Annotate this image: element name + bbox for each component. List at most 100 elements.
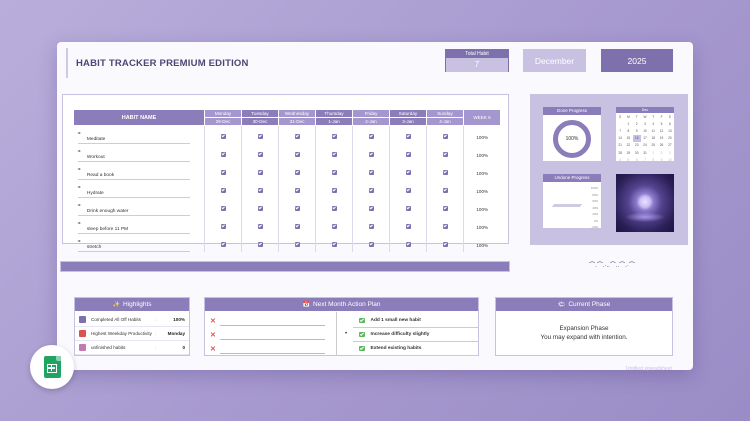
calendar-day[interactable]: 18	[649, 135, 657, 142]
habit-name-cell[interactable]: •▸ Workout	[74, 144, 205, 162]
calendar-day[interactable]: 16	[632, 134, 641, 142]
checkbox-checked[interactable]	[405, 242, 411, 247]
habit-day-cell[interactable]	[241, 234, 279, 252]
habit-day-cell[interactable]	[315, 234, 353, 252]
calendar-day[interactable]	[616, 120, 624, 127]
checkbox-checked[interactable]	[294, 224, 300, 229]
checkbox-checked[interactable]	[442, 206, 448, 211]
checkbox-checked[interactable]	[294, 170, 300, 175]
calendar-day[interactable]: 23	[633, 142, 641, 149]
calendar-day[interactable]: 3	[666, 149, 674, 156]
calendar-day[interactable]: 4	[649, 120, 657, 127]
habit-day-cell[interactable]	[352, 198, 390, 216]
calendar-day[interactable]: 8	[649, 156, 657, 163]
month-selector[interactable]: December	[523, 49, 586, 72]
checkbox-checked[interactable]	[294, 134, 300, 139]
checkbox-checked[interactable]	[405, 134, 411, 139]
calendar-day[interactable]: 10	[666, 156, 674, 163]
habit-name-cell[interactable]: •▸ stretch	[74, 234, 205, 252]
total-habit-box[interactable]: Total Habit 7	[445, 49, 509, 72]
checkbox-checked[interactable]	[220, 170, 226, 175]
calendar-day[interactable]: 1	[624, 120, 632, 127]
habit-day-cell[interactable]	[204, 180, 242, 198]
checkbox-checked[interactable]	[257, 134, 263, 139]
habit-day-cell[interactable]	[204, 234, 242, 252]
checkbox-checked[interactable]	[368, 170, 374, 175]
habit-day-cell[interactable]	[389, 216, 427, 234]
checkbox-checked[interactable]	[257, 242, 263, 247]
habit-day-cell[interactable]	[204, 125, 242, 144]
checkbox-checked[interactable]	[220, 134, 226, 139]
cross-icon[interactable]: ✕	[210, 345, 220, 353]
calendar-day[interactable]: 6	[633, 156, 641, 163]
checkbox-checked[interactable]	[368, 206, 374, 211]
checkbox-checked[interactable]	[294, 188, 300, 193]
calendar-day[interactable]: 2	[633, 120, 641, 127]
checkbox-checked[interactable]	[220, 188, 226, 193]
checkbox-checked[interactable]	[405, 188, 411, 193]
habit-day-cell[interactable]	[241, 216, 279, 234]
checkbox-checked[interactable]	[257, 152, 263, 157]
checkbox-checked[interactable]	[257, 224, 263, 229]
habit-day-cell[interactable]	[278, 125, 316, 144]
calendar-day[interactable]: 25	[649, 142, 657, 149]
cross-icon[interactable]: ✕	[210, 317, 220, 325]
habit-day-cell[interactable]	[204, 162, 242, 180]
calendar-day[interactable]: 22	[624, 142, 632, 149]
calendar-day[interactable]: 15	[624, 135, 632, 142]
habit-day-cell[interactable]	[352, 125, 390, 144]
checkbox-checked[interactable]	[368, 134, 374, 139]
calendar-day[interactable]: 20	[666, 135, 674, 142]
calendar-day[interactable]: 12	[657, 127, 665, 134]
checkbox-checked[interactable]	[442, 170, 448, 175]
checkbox-checked[interactable]	[257, 188, 263, 193]
habit-day-cell[interactable]	[352, 162, 390, 180]
year-selector[interactable]: 2025	[601, 49, 673, 72]
calendar-day[interactable]: 30	[633, 149, 641, 156]
checkbox-checked[interactable]	[331, 134, 337, 139]
calendar-day[interactable]: 6	[666, 120, 674, 127]
checkbox-checked[interactable]	[220, 242, 226, 247]
habit-day-cell[interactable]	[426, 162, 464, 180]
checkbox-checked[interactable]	[368, 242, 374, 247]
habit-day-cell[interactable]	[426, 234, 464, 252]
checkbox-checked[interactable]	[220, 152, 226, 157]
cross-icon[interactable]: ✕	[210, 331, 220, 339]
checkbox-checked[interactable]	[294, 242, 300, 247]
checkbox-checked[interactable]	[405, 170, 411, 175]
habit-day-cell[interactable]	[389, 198, 427, 216]
checkbox-checked[interactable]	[331, 152, 337, 157]
habit-day-cell[interactable]	[278, 144, 316, 162]
habit-day-cell[interactable]	[315, 216, 353, 234]
calendar-day[interactable]: 29	[624, 149, 632, 156]
calendar-day[interactable]: 19	[657, 135, 665, 142]
calendar-day[interactable]: 7	[641, 156, 649, 163]
calendar-day[interactable]: 24	[641, 142, 649, 149]
habit-day-cell[interactable]	[352, 216, 390, 234]
checkbox-checked[interactable]	[294, 152, 300, 157]
calendar-day[interactable]: 14	[616, 135, 624, 142]
habit-day-cell[interactable]	[278, 216, 316, 234]
checkbox-checked[interactable]	[442, 134, 448, 139]
habit-day-cell[interactable]	[389, 234, 427, 252]
checkbox-checked[interactable]	[331, 224, 337, 229]
checkbox-checked[interactable]	[331, 170, 337, 175]
checkbox-checked[interactable]	[257, 206, 263, 211]
habit-day-cell[interactable]	[426, 180, 464, 198]
checkbox-checked[interactable]	[442, 152, 448, 157]
calendar-day[interactable]: 13	[666, 127, 674, 134]
plan-blank-line[interactable]	[220, 317, 325, 326]
checkbox-checked[interactable]	[405, 224, 411, 229]
checkbox-checked[interactable]	[331, 188, 337, 193]
plan-blank-line[interactable]	[220, 345, 325, 354]
checkbox-checked[interactable]	[220, 206, 226, 211]
calendar-day[interactable]: 5	[624, 156, 632, 163]
calendar-day[interactable]: 1	[649, 149, 657, 156]
habit-day-cell[interactable]	[241, 144, 279, 162]
calendar-day[interactable]: 4	[616, 156, 624, 163]
habit-name-cell[interactable]: •▸ Hydrate	[74, 180, 205, 198]
calendar-day[interactable]: 26	[657, 142, 665, 149]
checkbox-checked[interactable]	[442, 188, 448, 193]
checkbox-checked[interactable]	[405, 152, 411, 157]
habit-day-cell[interactable]	[204, 198, 242, 216]
